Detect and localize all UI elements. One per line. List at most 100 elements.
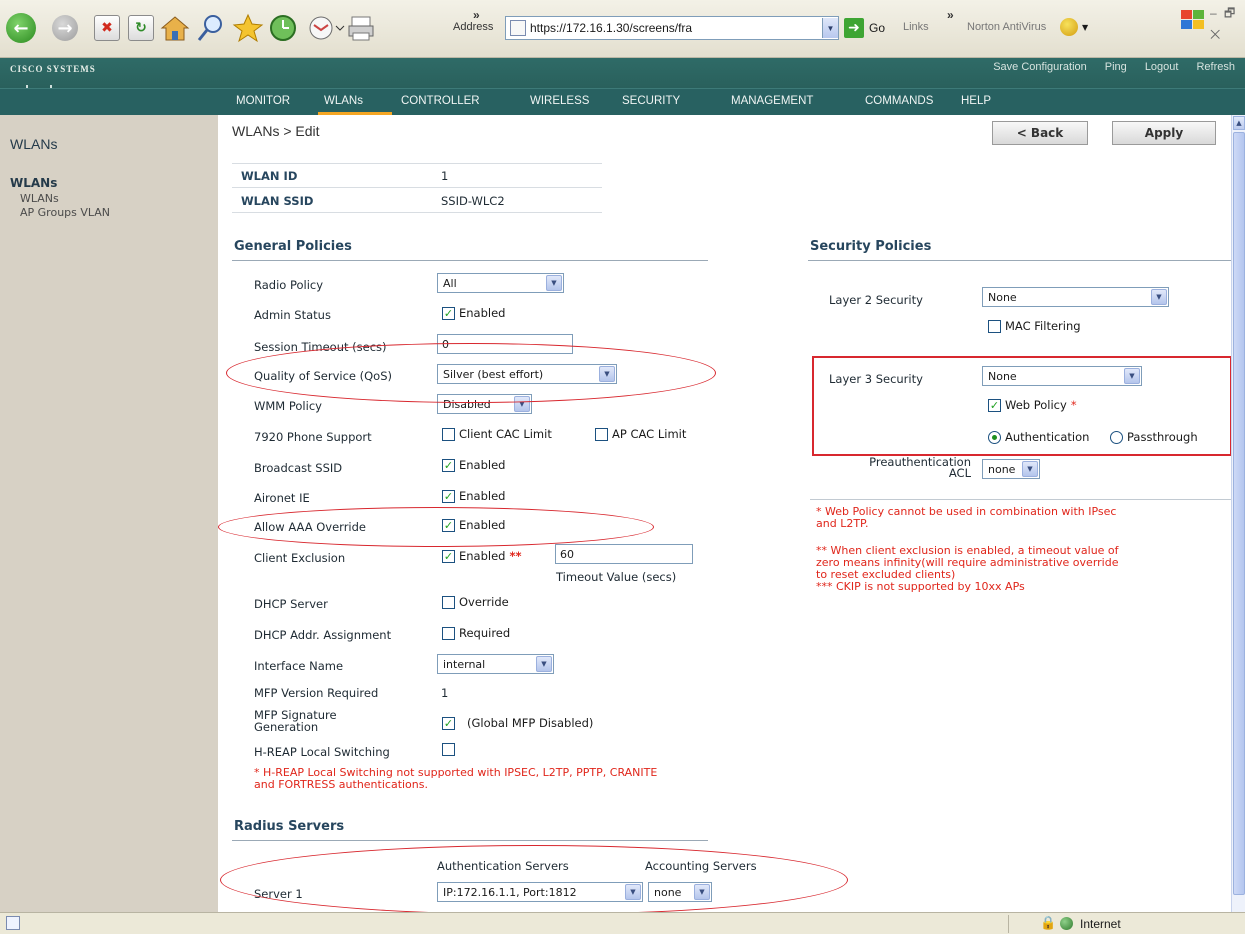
web-policy-marker: * (1070, 398, 1077, 412)
radius-servers-rule (232, 840, 708, 841)
client-cac-checkbox[interactable]: Client CAC Limit (442, 427, 552, 441)
history-button[interactable] (268, 12, 298, 44)
address-url[interactable]: https://172.16.1.30/screens/fra (530, 21, 822, 35)
admin-status-checkbox[interactable]: ✓ Enabled (442, 306, 505, 320)
qos-value: Silver (best effort) (443, 367, 544, 381)
go-button[interactable]: ➜ Go (844, 17, 885, 39)
toolbar-overflow-chevron[interactable]: » (473, 8, 480, 22)
norton-shield-icon (1060, 18, 1078, 36)
browser-toolbar: ← → ✖ ↻ » Address https://172.16.1.30/sc… (0, 0, 1245, 58)
timeout-caption: Timeout Value (secs) (556, 570, 677, 584)
nav-commands[interactable]: COMMANDS (865, 95, 933, 107)
scrollbar-thumb[interactable] (1233, 132, 1245, 895)
dhcp-required-checkbox[interactable]: Required (442, 626, 510, 640)
interface-name-select[interactable]: internal ▼ (437, 654, 554, 674)
sidebar-item-ap-groups-vlan[interactable]: AP Groups VLAN (20, 206, 110, 219)
stop-button[interactable]: ✖ (94, 12, 120, 44)
favorites-button[interactable] (232, 12, 264, 44)
hreap-checkbox[interactable] (442, 743, 455, 756)
forward-arrow-icon: → (52, 15, 78, 41)
apply-button[interactable]: Apply (1112, 121, 1216, 145)
back-button[interactable]: < Back (992, 121, 1088, 145)
header-links: Save Configuration Ping Logout Refresh (993, 61, 1235, 73)
address-bar[interactable]: https://172.16.1.30/screens/fra ▼ (505, 16, 839, 40)
nav-wireless[interactable]: WIRELESS (530, 95, 589, 107)
layer2-security-select[interactable]: None ▼ (982, 287, 1169, 307)
authentication-radio[interactable]: Authentication (988, 430, 1089, 444)
back-nav-button[interactable]: ← (6, 12, 36, 44)
norton-antivirus-label[interactable]: Norton AntiVirus (967, 21, 1046, 33)
home-button[interactable] (160, 12, 190, 44)
refresh-button[interactable]: ↻ (128, 12, 154, 44)
page-done-icon (6, 916, 20, 930)
save-configuration-link[interactable]: Save Configuration (993, 61, 1087, 73)
radio-selected-icon (988, 430, 1001, 444)
search-button[interactable] (196, 12, 226, 44)
chevron-down-icon: ▼ (599, 366, 615, 382)
radio-policy-value: All (443, 276, 457, 290)
dhcp-override-checkbox[interactable]: Override (442, 595, 509, 609)
checkbox-unchecked-icon (442, 626, 455, 640)
radius-annotation-oval (220, 845, 848, 915)
chevron-down-icon: ▼ (536, 656, 552, 672)
mail-button[interactable] (306, 12, 346, 44)
nav-wlans[interactable]: WLANs (324, 95, 363, 107)
mfp-signature-checkbox[interactable]: ✓ (Global MFP Disabled) (442, 716, 593, 730)
stop-icon: ✖ (94, 15, 120, 41)
preauth-acl-select[interactable]: none ▼ (982, 459, 1040, 479)
wlan-id-label: WLAN ID (241, 169, 298, 183)
vertical-scrollbar[interactable]: ▲ (1231, 115, 1245, 912)
mac-filtering-checkbox[interactable]: MAC Filtering (988, 319, 1081, 333)
general-policies-rule (232, 260, 708, 261)
layer3-security-select[interactable]: None ▼ (982, 366, 1142, 386)
ap-cac-checkbox[interactable]: AP CAC Limit (595, 427, 686, 441)
chevron-down-icon: ▼ (1124, 368, 1140, 384)
nav-security[interactable]: SECURITY (622, 95, 680, 107)
window-controls[interactable]: – 🗗 ✕ (1210, 4, 1245, 46)
ssid-row-bottom-divider (232, 212, 602, 213)
links-label[interactable]: Links (903, 21, 929, 33)
forward-nav-button[interactable]: → (52, 12, 78, 44)
nav-monitor[interactable]: MONITOR (236, 95, 290, 107)
checkbox-unchecked-icon (595, 427, 608, 441)
server1-acct-select[interactable]: none ▼ (648, 882, 712, 902)
radio-policy-select[interactable]: All ▼ (437, 273, 564, 293)
ping-link[interactable]: Ping (1105, 61, 1127, 73)
broadcast-ssid-checkbox[interactable]: ✓ Enabled (442, 458, 505, 472)
nav-help[interactable]: HELP (961, 95, 991, 107)
cisco-logo-text: CISCO SYSTEMS (10, 64, 96, 74)
qos-select[interactable]: Silver (best effort) ▼ (437, 364, 617, 384)
session-timeout-input[interactable]: 0 (437, 334, 573, 354)
refresh-link[interactable]: Refresh (1196, 61, 1235, 73)
passthrough-radio[interactable]: Passthrough (1110, 430, 1198, 444)
scroll-up-arrow-icon[interactable]: ▲ (1233, 116, 1245, 130)
web-policy-checkbox[interactable]: ✓ Web Policy * (988, 398, 1077, 412)
server1-auth-select[interactable]: IP:172.16.1.1, Port:1812 ▼ (437, 882, 643, 902)
sidebar-item-wlans[interactable]: WLANs (20, 192, 59, 205)
wmm-policy-select[interactable]: Disabled ▼ (437, 394, 532, 414)
exclusion-timeout-input[interactable]: 60 (555, 544, 693, 564)
logout-link[interactable]: Logout (1145, 61, 1179, 73)
checkbox-unchecked-icon (442, 595, 455, 609)
norton-menu-button[interactable]: ▼ (1060, 14, 1088, 40)
history-icon (270, 15, 296, 41)
client-cac-text: Client CAC Limit (459, 427, 552, 441)
aaa-override-checkbox[interactable]: ✓ Enabled (442, 518, 505, 532)
broadcast-enabled-text: Enabled (459, 458, 506, 472)
address-dropdown-arrow[interactable]: ▼ (822, 18, 838, 38)
authentication-radio-text: Authentication (1005, 430, 1090, 444)
client-exclusion-checkbox[interactable]: ✓ Enabled ** (442, 549, 522, 563)
mfp-version-value: 1 (441, 686, 449, 700)
print-button[interactable] (346, 12, 378, 44)
sidebar-group-wlans[interactable]: WLANs (10, 176, 57, 190)
admin-status-label: Admin Status (254, 308, 331, 322)
nav-controller[interactable]: CONTROLLER (401, 95, 480, 107)
checkbox-checked-icon: ✓ (442, 716, 455, 730)
aironet-ie-checkbox[interactable]: ✓ Enabled (442, 489, 505, 503)
nav-management[interactable]: MANAGEMENT (731, 95, 813, 107)
links-overflow-chevron[interactable]: » (947, 8, 954, 22)
exclusion-footnote-marker: ** (509, 549, 522, 563)
layer2-security-label: Layer 2 Security (829, 293, 923, 307)
override-text: Override (459, 595, 509, 609)
security-policies-title: Security Policies (810, 239, 932, 254)
